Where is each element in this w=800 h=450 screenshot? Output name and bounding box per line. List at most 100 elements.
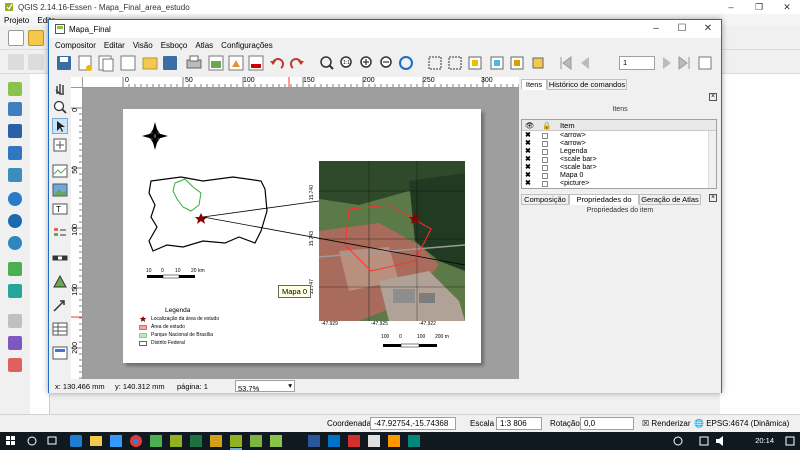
items-row[interactable]: ✖ <arrow> — [522, 132, 708, 140]
items-tree[interactable]: 👁 🔒 Item ✖ <arrow> ✖ <arrow> ✖ Legenda ✖ <sc… — [521, 119, 717, 189]
save-icon[interactable] — [57, 56, 71, 70]
pan-map-icon[interactable] — [8, 358, 22, 372]
qgis-composer-taskbar-icon[interactable] — [230, 435, 242, 450]
edge-icon[interactable] — [70, 435, 82, 447]
props-dock-close-icon[interactable]: × — [709, 194, 717, 202]
align-items-icon[interactable] — [532, 57, 544, 69]
items-row[interactable]: ✖ <scale bar> — [522, 156, 708, 164]
items-row[interactable]: ✖ <arrow> — [522, 140, 708, 148]
move-content-tool-icon[interactable] — [52, 137, 68, 153]
add-raster-layer-icon[interactable] — [8, 102, 22, 116]
composer-minimize-button[interactable]: – — [643, 20, 669, 38]
composer-maximize-button[interactable]: ☐ — [669, 20, 695, 38]
zoom-combobox[interactable]: 53.7% ▾ — [235, 380, 295, 393]
visible-check-icon[interactable]: ✖ — [525, 156, 531, 164]
menu-projeto[interactable]: Projeto — [4, 16, 29, 25]
zoom-100-icon[interactable]: 1:1 — [340, 56, 352, 68]
scalebar-small[interactable] — [145, 265, 225, 281]
people-icon[interactable] — [673, 436, 683, 446]
app-icon[interactable] — [388, 435, 400, 447]
zoom-full-icon[interactable] — [320, 56, 334, 70]
export-pdf-icon[interactable] — [248, 55, 264, 71]
add-virtual-layer-icon[interactable] — [8, 284, 22, 298]
qgis-taskbar-icon[interactable] — [170, 435, 182, 447]
add-wcs-layer-icon[interactable] — [8, 214, 22, 228]
visible-check-icon[interactable]: ✖ — [525, 132, 531, 140]
composer-page[interactable]: 10 0 10 20 km Legenda Localização da áre… — [123, 109, 481, 363]
items-row[interactable]: ✖ Mapa 0 — [522, 172, 708, 180]
add-spatialite-layer-icon[interactable] — [8, 146, 22, 160]
volume-icon[interactable] — [716, 436, 723, 446]
save-template-icon[interactable] — [163, 56, 177, 70]
duplicate-composer-icon[interactable] — [98, 55, 114, 72]
lock-checkbox[interactable] — [542, 141, 548, 147]
menu-atlas[interactable]: Atlas — [195, 41, 213, 50]
new-composer-icon[interactable] — [78, 55, 92, 71]
locator-map[interactable] — [143, 171, 283, 261]
menu-editar[interactable]: Editar — [104, 41, 125, 50]
scale-field[interactable]: 1:3 806 — [496, 417, 542, 430]
visible-check-icon[interactable]: ✖ — [525, 164, 531, 172]
raise-items-icon[interactable] — [510, 56, 524, 70]
atlas-first-icon[interactable] — [560, 56, 572, 70]
add-image-tool-icon[interactable] — [52, 182, 68, 198]
items-scrollbar[interactable] — [708, 131, 716, 188]
app-icon[interactable] — [270, 435, 282, 447]
menu-esboco[interactable]: Esboço — [161, 41, 188, 50]
add-postgis-layer-icon[interactable] — [8, 124, 22, 138]
add-wfs-layer-icon[interactable] — [8, 236, 22, 250]
items-dock-close-icon[interactable]: × — [709, 93, 717, 101]
task-view-icon[interactable] — [47, 436, 57, 445]
acrobat-icon[interactable] — [348, 435, 360, 447]
visible-check-icon[interactable]: ✖ — [525, 172, 531, 180]
group-items-icon[interactable] — [468, 56, 482, 70]
add-scalebar-tool-icon[interactable] — [52, 249, 68, 265]
rotation-field[interactable]: 0,0 — [580, 417, 634, 430]
atlas-next-icon[interactable] — [663, 57, 671, 69]
identify-tool-icon[interactable] — [8, 336, 22, 350]
export-image-icon[interactable] — [208, 55, 224, 71]
add-delimited-layer-icon[interactable] — [8, 262, 22, 276]
app-icon[interactable] — [368, 435, 380, 447]
add-wms-layer-icon[interactable] — [8, 192, 22, 206]
atlas-prev-icon[interactable] — [581, 57, 589, 69]
qgis-close-button[interactable]: ✕ — [776, 0, 798, 14]
horizontal-ruler[interactable]: 0 50 100 150 200 250 300 — [83, 77, 519, 88]
atlas-last-icon[interactable] — [678, 56, 690, 70]
add-legend-tool-icon[interactable] — [52, 225, 68, 241]
scalebar-large[interactable] — [381, 341, 465, 351]
add-mssql-layer-icon[interactable] — [8, 168, 22, 182]
taskbar-clock[interactable]: 20:14 — [755, 436, 774, 445]
app-icon[interactable] — [150, 435, 162, 447]
files-icon[interactable] — [210, 435, 222, 447]
tab-itens[interactable]: Itens — [521, 79, 547, 90]
excel-icon[interactable] — [190, 435, 202, 447]
qgis-maximize-button[interactable]: ❐ — [748, 0, 770, 14]
open-project-icon[interactable] — [28, 30, 44, 46]
undo-icon[interactable] — [270, 58, 284, 69]
menu-visao[interactable]: Visão — [133, 41, 153, 50]
unlock-items-icon[interactable] — [448, 56, 462, 70]
visible-check-icon[interactable]: ✖ — [525, 140, 531, 148]
windows-start-icon[interactable] — [6, 436, 15, 445]
north-arrow-icon[interactable] — [141, 121, 169, 151]
lock-checkbox[interactable] — [542, 181, 548, 187]
add-label-tool-icon[interactable]: T — [52, 201, 68, 217]
lock-checkbox[interactable] — [542, 173, 548, 179]
tab-composicao[interactable]: Composição — [521, 194, 569, 205]
items-row[interactable]: ✖ Legenda — [522, 148, 708, 156]
menu-compositor[interactable]: Compositor — [55, 41, 96, 50]
add-html-frame-tool-icon[interactable] — [52, 345, 68, 361]
lock-checkbox[interactable] — [542, 133, 548, 139]
store-icon[interactable] — [110, 435, 122, 447]
vertical-ruler[interactable]: 0 50 100 150 200 — [71, 88, 83, 379]
coordinate-field[interactable]: -47.92754,-15.74368 — [370, 417, 456, 430]
refresh-view-icon[interactable] — [399, 56, 413, 70]
items-row[interactable]: ✖ <scale bar> — [522, 164, 708, 172]
file-explorer-icon[interactable] — [90, 436, 102, 446]
add-shape-tool-icon[interactable] — [52, 273, 68, 289]
add-arrow-tool-icon[interactable] — [52, 297, 68, 313]
add-map-tool-icon[interactable] — [52, 163, 68, 179]
zoom-tool-icon[interactable] — [52, 99, 68, 115]
tab-propriedades-item[interactable]: Propriedades do item — [569, 194, 639, 214]
